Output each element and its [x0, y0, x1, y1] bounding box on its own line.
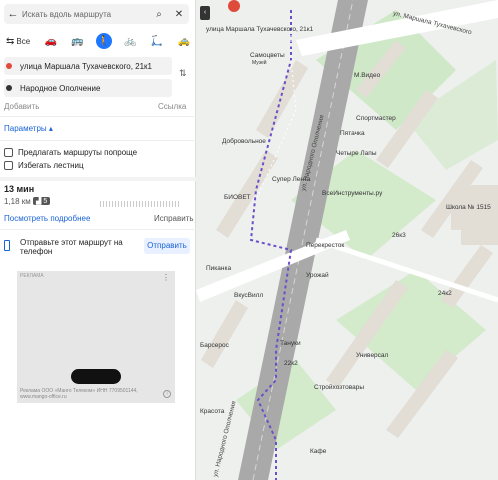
map-canvas: [196, 0, 498, 480]
map-label: Школа № 1515: [446, 204, 491, 211]
map-label: 24к2: [438, 290, 452, 297]
start-dot-icon: [6, 63, 12, 69]
map-label: БИОВЕТ: [224, 194, 251, 201]
route-to-field[interactable]: Народное Ополчение: [4, 79, 172, 97]
close-icon[interactable]: ✕: [169, 9, 189, 20]
taxi-icon: 🚕: [177, 35, 190, 47]
map-label: Универсал: [356, 352, 389, 359]
search-input[interactable]: Искать вдоль маршрута: [22, 10, 149, 19]
map-label: Добровольное: [222, 138, 266, 145]
add-point-link[interactable]: Добавить: [4, 102, 39, 111]
map-label: Урожай: [306, 272, 329, 279]
map-label: Пятачка: [340, 130, 365, 137]
stairs-badge: ▟ 5: [33, 197, 51, 205]
checkbox[interactable]: [4, 148, 13, 157]
map-label: Четыре Лапы: [336, 150, 377, 157]
more-icon[interactable]: ⋮: [162, 273, 170, 282]
map-label: Самоцветы: [250, 52, 285, 59]
send-to-phone: Отправьте этот маршрут на телефон Отправ…: [4, 238, 192, 256]
send-button[interactable]: Отправить: [144, 238, 190, 254]
route-all-icon: ⇆: [6, 35, 15, 47]
route-time: 13 мин: [4, 184, 35, 194]
end-dot-icon: [6, 85, 12, 91]
search-icon[interactable]: ⌕: [149, 9, 169, 20]
map-label-start: улица Маршала Тухачевского, 21к1: [206, 26, 314, 33]
map-label: Тануки: [280, 340, 301, 347]
mode-scooter[interactable]: 🛴: [149, 32, 165, 50]
share-link[interactable]: Ссылка: [158, 102, 186, 111]
map-label: ВкусВилл: [234, 292, 264, 299]
mode-pedestrian[interactable]: 🚶: [95, 33, 112, 49]
map-label: Барсерос: [200, 342, 229, 349]
scooter-icon: 🛴: [150, 35, 164, 47]
map-label: Музей: [252, 60, 267, 66]
checkbox[interactable]: [4, 161, 13, 170]
divider: [0, 229, 196, 230]
transport-modes: ⇆ Все 🚗 🚌 🚶 🚲 🛴 🚕: [4, 30, 192, 52]
ad-footer: Реклама ООО «Манго Телеком» ИНН 77095011…: [20, 388, 138, 400]
fix-link[interactable]: Исправить: [154, 214, 194, 223]
elevation-profile: [100, 201, 180, 207]
divider: [0, 116, 196, 117]
ad-button[interactable]: [71, 369, 121, 384]
mode-taxi[interactable]: 🚕: [176, 32, 192, 50]
divider: [0, 177, 196, 181]
map-label: 26к3: [392, 232, 406, 239]
mode-bicycle[interactable]: 🚲: [122, 32, 138, 50]
bus-icon: 🚌: [71, 35, 84, 47]
map-label: М.Видео: [354, 72, 381, 79]
send-text: Отправьте этот маршрут на телефон: [20, 238, 123, 256]
map-label: Стройхозтовары: [314, 384, 365, 391]
option-simple-routes[interactable]: Предлагать маршруты попроще: [4, 148, 137, 157]
car-icon: 🚗: [44, 35, 57, 47]
back-arrow-icon[interactable]: ←: [4, 8, 22, 20]
phone-icon: [4, 240, 10, 251]
bicycle-icon: 🚲: [124, 35, 137, 47]
map-label: 22к2: [284, 360, 298, 367]
swap-icon[interactable]: ⇅: [179, 68, 187, 79]
map-label: Спортмастер: [356, 115, 396, 122]
route-panel: ← Искать вдоль маршрута ⌕ ✕ ⇆ Все 🚗 🚌 🚶 🚲…: [0, 0, 196, 480]
map-label: Перекресток: [306, 242, 345, 249]
route-distance: 1,18 км: [4, 197, 31, 206]
map-label: ВсеИнструменты.ру: [322, 190, 383, 197]
option-avoid-stairs[interactable]: Избегать лестниц: [4, 161, 84, 170]
map-label: Красота: [200, 408, 225, 415]
search-bar[interactable]: ← Искать вдоль маршрута ⌕ ✕: [4, 4, 189, 24]
mode-all[interactable]: ⇆ Все: [4, 32, 32, 50]
pedestrian-icon: 🚶: [97, 35, 111, 47]
collapse-panel-button[interactable]: ‹: [200, 6, 210, 20]
divider: [0, 140, 196, 141]
mode-bus[interactable]: 🚌: [69, 32, 85, 50]
route-from-field[interactable]: улица Маршала Тухачевского, 21к1: [4, 57, 172, 75]
info-icon[interactable]: i: [163, 390, 171, 398]
details-link[interactable]: Посмотреть подробнее: [4, 214, 90, 223]
map-label: Пиканка: [206, 265, 232, 272]
ad-label: РЕКЛАМА: [20, 273, 44, 279]
map-label: Кафе: [310, 448, 327, 455]
mode-car[interactable]: 🚗: [42, 32, 58, 50]
parameters-toggle[interactable]: Параметры ▴: [4, 124, 53, 133]
map[interactable]: улица Маршала Тухачевского, 21к1 Самоцве…: [196, 0, 498, 480]
ad-banner[interactable]: РЕКЛАМА ⋮ Реклама ООО «Манго Телеком» ИН…: [17, 271, 175, 403]
